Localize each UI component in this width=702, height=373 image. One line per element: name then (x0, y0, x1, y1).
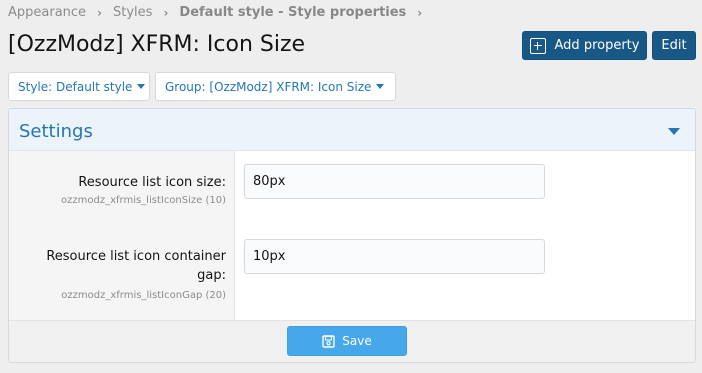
group-filter-dropdown[interactable]: Group: [OzzModz] XFRM: Icon Size (155, 72, 396, 101)
breadcrumb: Appearance › Styles › Default style - St… (8, 5, 433, 20)
save-label: Save (342, 334, 372, 348)
save-button[interactable]: Save (287, 326, 407, 356)
form-footer: Save (9, 320, 695, 362)
edit-button[interactable]: Edit (652, 31, 696, 60)
settings-block-header[interactable]: Settings (9, 109, 695, 151)
group-filter-label: Group: [OzzModz] XFRM: Icon Size (165, 79, 372, 94)
settings-rows-layer: Resource list icon size: ozzmodz_xfrmis_… (8, 153, 696, 324)
add-property-label: Add property (554, 38, 640, 53)
breadcrumb-appearance[interactable]: Appearance (8, 5, 86, 20)
breadcrumb-separator: › (163, 5, 169, 20)
collapse-caret-icon[interactable] (668, 127, 680, 135)
style-filter-label: Style: Default style (18, 79, 133, 94)
icon-size-label: Resource list icon size: (78, 175, 226, 190)
caret-down-icon (376, 84, 385, 89)
icon-gap-input[interactable] (244, 239, 545, 274)
floppy-disk-icon (322, 334, 335, 348)
icon-size-input[interactable] (244, 164, 545, 199)
icon-gap-label: Resource list icon container gap: (46, 249, 226, 283)
breadcrumb-styles[interactable]: Styles (113, 5, 152, 20)
icon-size-hint: ozzmodz_xfrmis_listIconSize (10) (61, 195, 226, 206)
page-title: [OzzModz] XFRM: Icon Size (8, 32, 306, 57)
style-filter-dropdown[interactable]: Style: Default style (8, 72, 150, 101)
caret-down-icon (137, 84, 146, 89)
plus-square-icon (529, 37, 546, 54)
breadcrumb-separator: › (97, 5, 103, 20)
edit-label: Edit (661, 38, 687, 53)
add-property-button[interactable]: Add property (522, 31, 647, 60)
breadcrumb-style-properties[interactable]: Default style - Style properties (179, 5, 406, 20)
block-title: Settings (19, 120, 93, 142)
breadcrumb-separator: › (417, 5, 423, 20)
icon-gap-hint: ozzmodz_xfrmis_listIconGap (20) (61, 290, 226, 301)
